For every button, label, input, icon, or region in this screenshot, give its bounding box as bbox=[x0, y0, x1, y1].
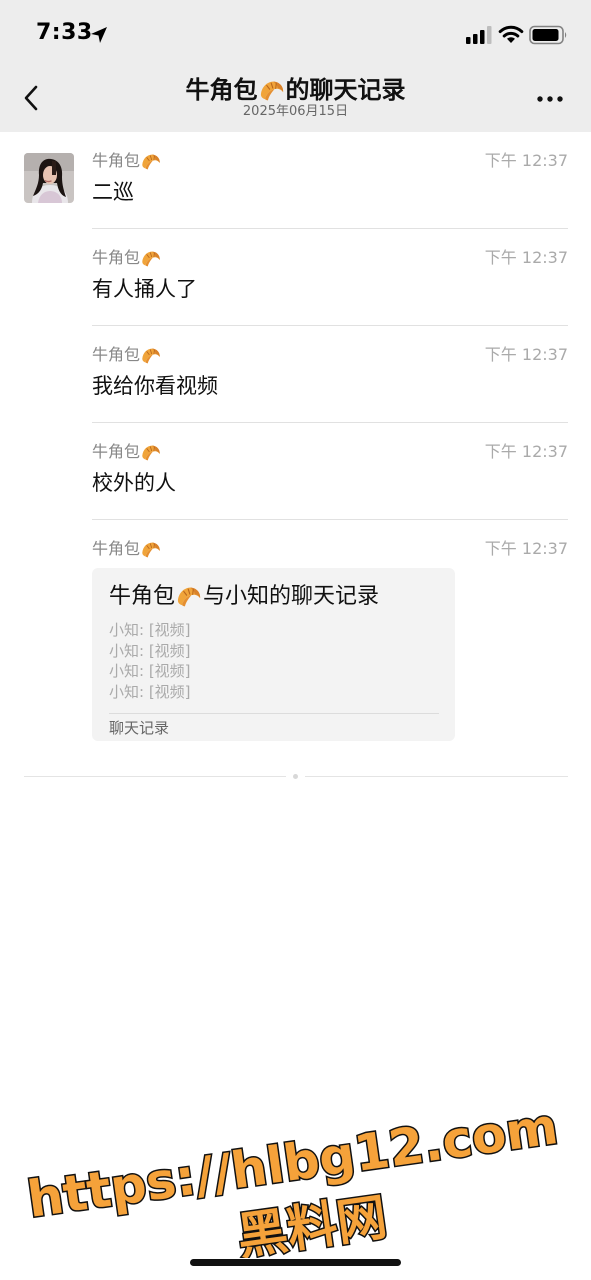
watermark-site-name: 黑料网 bbox=[234, 1188, 391, 1258]
chat-record-title: 牛角包 与小知的聊天记录 bbox=[109, 581, 379, 613]
chat-record-title-suffix: 与小知的聊天记录 bbox=[203, 584, 380, 609]
chat-record-line: 小知: [视频] bbox=[109, 662, 191, 680]
message-sender: 牛角包 bbox=[92, 441, 162, 464]
cellular-signal-icon bbox=[466, 26, 492, 44]
watermark: https://hlbg12.com 黑料网 bbox=[23, 1096, 563, 1258]
status-bar: 7:33 bbox=[0, 0, 591, 62]
ellipsis-icon bbox=[537, 96, 563, 102]
end-separator-line bbox=[305, 776, 568, 777]
message-item: 牛角包 下午 12:37 有人捅人了 bbox=[92, 247, 568, 307]
message-sender: 牛角包 bbox=[92, 538, 162, 561]
nav-title-block: 牛角包 的聊天记录 2025年06月15日 bbox=[100, 74, 491, 120]
message-time: 下午 12:37 bbox=[484, 539, 568, 558]
message-divider bbox=[92, 228, 568, 229]
message-time: 下午 12:37 bbox=[484, 345, 568, 364]
message-sender: 牛角包 bbox=[92, 247, 162, 270]
sender-name: 牛角包 bbox=[92, 442, 141, 461]
end-separator-line bbox=[24, 776, 286, 777]
croissant-emoji-icon bbox=[140, 539, 162, 561]
wifi-icon bbox=[498, 25, 524, 43]
end-separator-dot bbox=[293, 774, 298, 779]
location-arrow-icon bbox=[91, 27, 107, 43]
message-sender: 牛角包 bbox=[92, 344, 162, 367]
card-divider bbox=[109, 713, 439, 714]
message-text: 有人捅人了 bbox=[92, 277, 197, 301]
chat-record-footer: 聊天记录 bbox=[109, 719, 170, 737]
croissant-emoji-icon bbox=[140, 151, 162, 173]
message-item: 牛角包 下午 12:37 校外的人 bbox=[92, 441, 568, 501]
message-time: 下午 12:37 bbox=[484, 248, 568, 267]
chevron-left-icon bbox=[24, 85, 38, 111]
page-title-suffix: 的聊天记录 bbox=[285, 76, 406, 104]
message-text: 校外的人 bbox=[92, 471, 176, 495]
chat-record-line: 小知: [视频] bbox=[109, 641, 191, 660]
home-indicator[interactable] bbox=[190, 1259, 401, 1266]
message-text: 我给你看视频 bbox=[92, 374, 218, 398]
back-button[interactable] bbox=[14, 80, 48, 116]
sender-name: 牛角包 bbox=[92, 345, 141, 364]
message-divider bbox=[92, 422, 568, 423]
message-item: 牛角包 下午 12:37 bbox=[92, 538, 568, 564]
status-time: 7:33 bbox=[36, 20, 93, 45]
chat-record-line: 小知: [视频] bbox=[109, 682, 191, 701]
message-text: 二巡 bbox=[92, 180, 134, 204]
avatar-photo bbox=[24, 153, 74, 203]
message-item: 牛角包 下午 12:37 我给你看视频 bbox=[92, 344, 568, 404]
message-time: 下午 12:37 bbox=[484, 442, 568, 461]
sender-name: 牛角包 bbox=[92, 151, 141, 170]
croissant-emoji-icon bbox=[140, 345, 162, 367]
message-divider bbox=[92, 519, 568, 520]
croissant-emoji-icon bbox=[175, 583, 203, 611]
page-title: 牛角包 的聊天记录 bbox=[100, 74, 491, 106]
message-sender: 牛角包 bbox=[92, 150, 162, 173]
sender-name: 牛角包 bbox=[92, 248, 141, 267]
page-title-prefix: 牛角包 bbox=[185, 76, 258, 104]
page-subtitle-date: 2025年06月15日 bbox=[242, 104, 349, 119]
croissant-emoji-icon bbox=[258, 77, 286, 105]
nav-bar: 牛角包 的聊天记录 2025年06月15日 bbox=[0, 62, 591, 132]
croissant-emoji-icon bbox=[140, 442, 162, 464]
more-options-button[interactable] bbox=[530, 84, 570, 114]
chat-record-card[interactable]: 牛角包 与小知的聊天记录 小知: [视频] 小知: [视频] 小知: [视频] 小… bbox=[92, 568, 455, 741]
battery-icon bbox=[529, 25, 567, 45]
message-divider bbox=[92, 325, 568, 326]
chat-record-preview: 小知: [视频] 小知: [视频] 小知: [视频] 小知: [视频] bbox=[109, 620, 191, 702]
croissant-emoji-icon bbox=[140, 248, 162, 270]
message-time: 下午 12:37 bbox=[484, 151, 568, 170]
sender-name: 牛角包 bbox=[92, 539, 141, 558]
avatar[interactable] bbox=[24, 153, 74, 203]
chat-record-line: 小知: [视频] bbox=[109, 621, 191, 639]
message-item: 牛角包 下午 12:37 二巡 bbox=[92, 150, 568, 210]
chat-record-title-prefix: 牛角包 bbox=[109, 584, 176, 609]
